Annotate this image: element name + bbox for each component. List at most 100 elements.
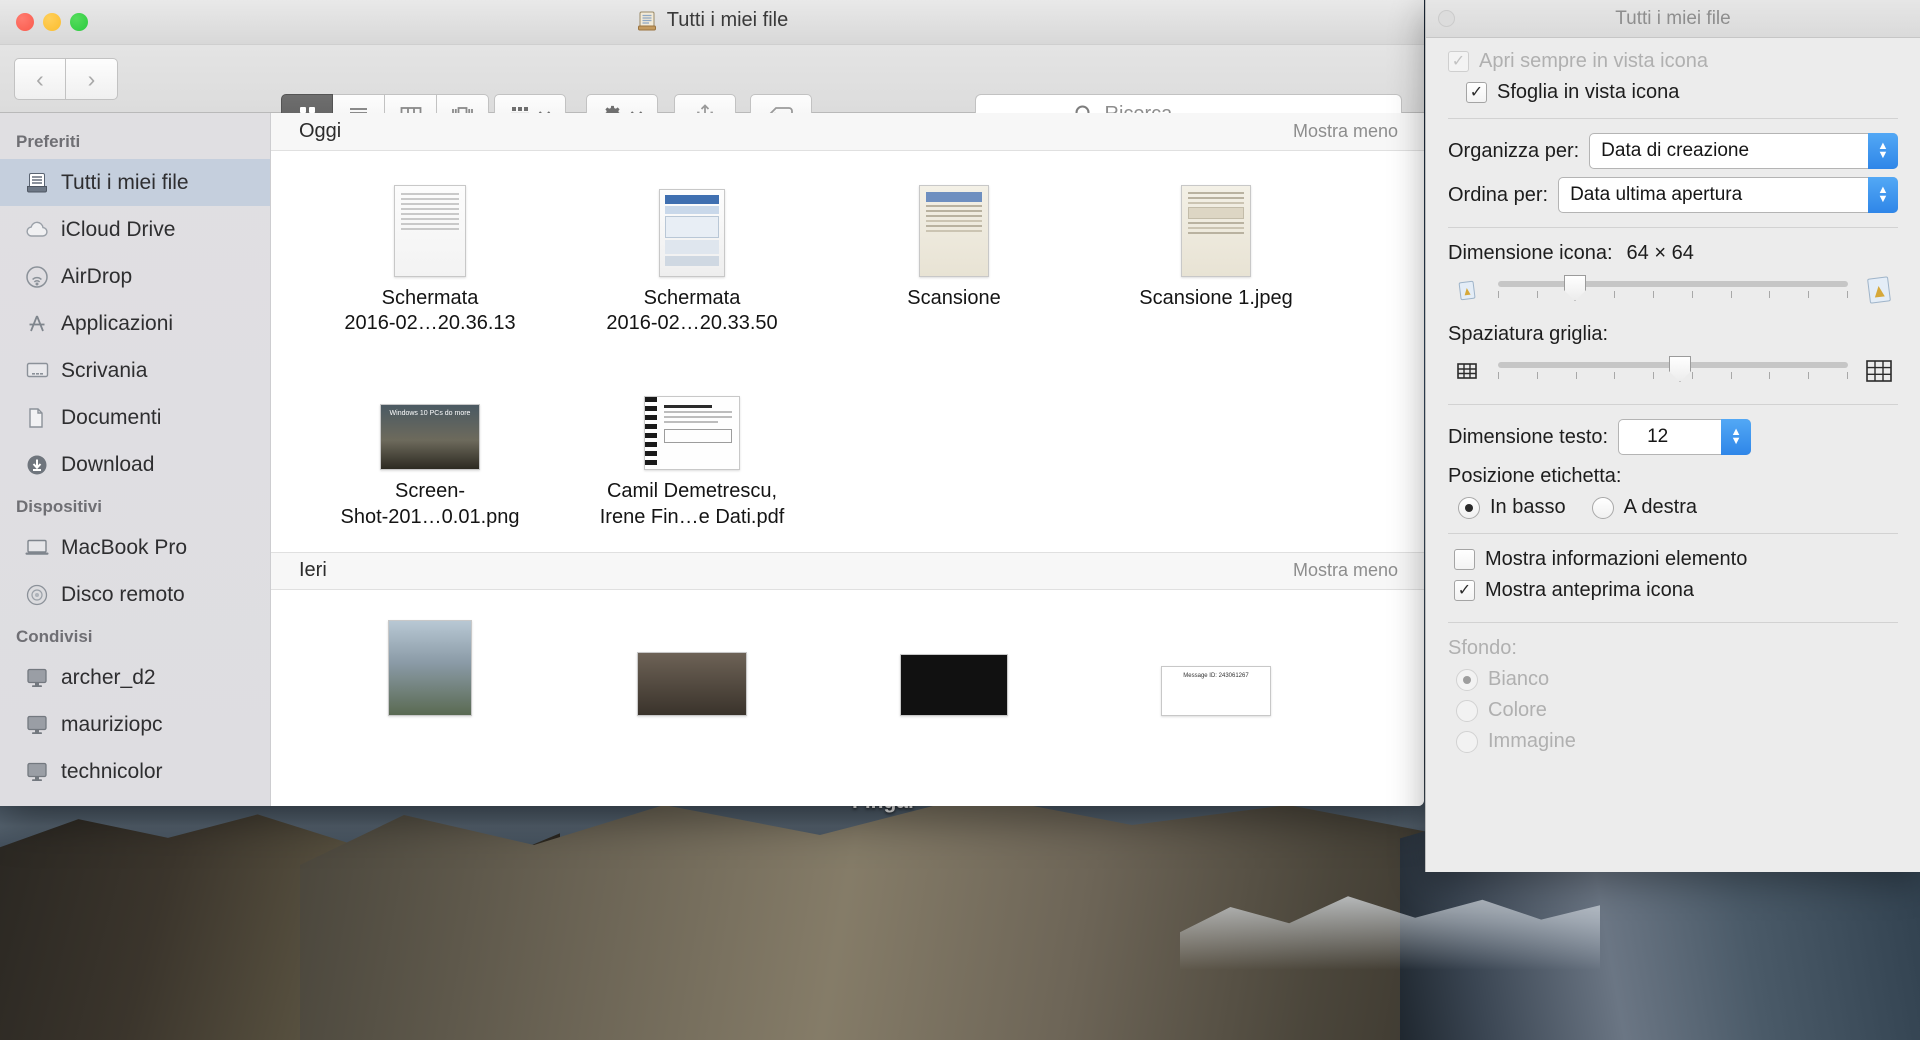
grid-spacing-slider[interactable] [1498,354,1848,388]
cloud-icon [24,217,50,243]
file-item[interactable]: Scansione 1.jpeg [1085,169,1347,336]
file-name: Screen- Shot-201…0.01.png [299,479,561,529]
view-options-title: Tutti i miei file [1615,7,1731,29]
sort-by-popup[interactable]: Data ultima apertura ▲ ▼ [1558,177,1898,213]
file-item[interactable]: Scansione [823,169,1085,336]
grid-spacing-row: Spaziatura griglia: [1448,323,1898,346]
sidebar-item-label: AirDrop [61,264,133,288]
sidebar-item-download[interactable]: Download [0,441,270,488]
desktop-icon [24,358,50,384]
text-size-row: Dimensione testo: 12 ▲ ▼ [1448,419,1898,455]
file-item[interactable] [561,608,823,716]
show-item-info-row[interactable]: Mostra informazioni elemento [1448,548,1898,571]
sidebar-item-applicazioni[interactable]: Applicazioni [0,300,270,347]
group-header-oggi: Oggi Mostra meno [271,113,1424,151]
organize-by-popup[interactable]: Data di creazione ▲ ▼ [1589,133,1898,169]
icon-size-label: Dimensione icona: [1448,242,1613,264]
checkbox-show-icon-preview[interactable]: ✓ [1454,580,1475,601]
divider [1448,533,1898,534]
small-icon-icon [1448,271,1486,309]
file-item[interactable]: Schermata 2016-02…20.33.50 [561,169,823,336]
file-browser: Oggi Mostra meno Schermata 2016-02…20.36… [271,113,1424,806]
sidebar-item-disco-remoto[interactable]: Disco remoto [0,571,270,618]
browse-icon-view-label: Sfoglia in vista icona [1497,81,1680,103]
radio-background-immagine [1456,730,1478,753]
file-thumbnail [561,608,823,716]
file-name: Scansione 1.jpeg [1085,286,1347,311]
downloads-icon [24,452,50,478]
tight-grid-icon [1448,352,1486,390]
stepper-arrows-icon[interactable]: ▲ ▼ [1868,177,1898,213]
checkbox-always-open-icon-view: ✓ [1448,51,1469,72]
presentation-thumbnail [900,653,1008,716]
file-item[interactable]: Message ID: 243061267 [1085,608,1347,716]
sidebar-item-archer-d2[interactable]: archer_d2 [0,654,270,701]
label-position-label: Posizione etichetta: [1448,465,1622,487]
label-position-options: In basso A destra [1448,496,1898,519]
file-thumbnail [561,169,823,277]
close-icon[interactable] [1438,10,1455,27]
file-row: Message ID: 243061267 [271,590,1424,724]
sidebar-item-label: Download [61,452,155,476]
file-thumbnail [299,169,561,277]
divider [1448,404,1898,405]
file-name-line2: Shot-201…0.01.png [340,505,520,528]
text-size-value: 12 [1647,426,1669,447]
radio-background-immagine-label: Immagine [1488,730,1576,752]
stepper-arrows-icon[interactable]: ▲ ▼ [1868,133,1898,169]
icon-size-slider[interactable] [1498,273,1848,307]
browse-icon-view-row[interactable]: ✓ Sfoglia in vista icona [1448,81,1898,104]
file-thumbnail [561,362,823,471]
file-name-line1: Camil Demetrescu, [606,480,778,503]
sidebar: Preferiti Tutti i miei file iCloud Drive… [0,113,271,806]
always-open-icon-view-row[interactable]: ✓ Apri sempre in vista icona [1448,50,1898,73]
file-item[interactable]: Windows 10 PCs do more Screen- Shot-201…… [299,362,561,529]
file-row: Windows 10 PCs do more Screen- Shot-201…… [271,344,1424,537]
sidebar-item-mauriziopc[interactable]: mauriziopc [0,701,270,748]
file-name-line1: Scansione [907,287,1001,309]
sidebar-item-documenti[interactable]: Documenti [0,394,270,441]
screenshot-thumbnail [659,189,725,277]
sidebar-item-icloud-drive[interactable]: iCloud Drive [0,206,270,253]
window-title-text: Tutti i miei file [666,9,789,31]
show-less-link[interactable]: Mostra meno [1293,560,1398,581]
checkbox-show-item-info[interactable] [1454,549,1475,570]
sidebar-item-technicolor[interactable]: technicolor [0,748,270,795]
sidebar-item-label: iCloud Drive [61,217,176,241]
sidebar-item-label: Tutti i miei file [61,170,189,194]
show-less-link[interactable]: Mostra meno [1293,121,1398,142]
finder-window: Tutti i miei file ‹ › Ricerca Preferiti … [0,0,1424,806]
group-header-ieri: Ieri Mostra meno [271,551,1424,590]
stepper-arrows-icon[interactable]: ▲ ▼ [1721,419,1752,455]
organize-by-label: Organizza per: [1448,139,1580,162]
always-open-icon-view-label: Apri sempre in vista icona [1479,50,1708,72]
scan-thumbnail [919,185,989,277]
radio-background-bianco [1456,668,1478,691]
label-position-row: Posizione etichetta: [1448,465,1898,488]
radio-label-bottom[interactable] [1458,496,1480,519]
text-size-popup[interactable]: 12 ▲ ▼ [1618,419,1752,455]
sidebar-item-scrivania[interactable]: Scrivania [0,347,270,394]
sidebar-item-tutti-i-miei-file[interactable]: Tutti i miei file [0,159,270,206]
sidebar-item-label: Scrivania [61,358,148,382]
file-item[interactable] [823,608,1085,716]
file-item[interactable]: Camil Demetrescu, Irene Fin…e Dati.pdf [561,362,823,529]
file-item[interactable]: Schermata 2016-02…20.36.13 [299,169,561,336]
file-thumbnail [299,608,561,716]
sidebar-item-label: mauriziopc [61,712,163,736]
file-item[interactable] [299,608,561,716]
back-button[interactable]: ‹ [14,58,66,100]
show-icon-preview-row[interactable]: ✓ Mostra anteprima icona [1448,579,1898,602]
file-thumbnail [823,608,1085,716]
checkbox-browse-icon-view[interactable]: ✓ [1466,82,1487,103]
forward-button[interactable]: › [66,58,118,100]
disc-icon [24,582,50,608]
sidebar-item-macbook-pro[interactable]: MacBook Pro [0,524,270,571]
file-name: Camil Demetrescu, Irene Fin…e Dati.pdf [561,479,823,529]
sort-by-row: Ordina per: Data ultima apertura ▲ ▼ [1448,177,1898,213]
radio-label-right[interactable] [1591,496,1614,519]
applications-icon [24,311,50,337]
radio-label-bottom-label: In basso [1490,496,1566,518]
sidebar-item-airdrop[interactable]: AirDrop [0,253,270,300]
display-icon [24,712,50,738]
